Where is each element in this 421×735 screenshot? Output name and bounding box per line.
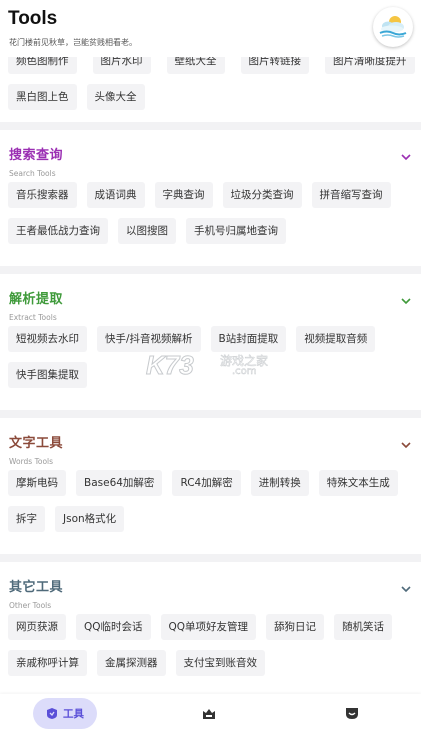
tool-chip[interactable]: 以图搜图 (118, 218, 176, 244)
nav-tab-tools-label: 工具 (63, 708, 84, 720)
tool-chip-list: 音乐搜索器 成语词典 字典查询 垃圾分类查询 拼音缩写查询 王者最低战力查询 以… (0, 182, 421, 254)
tool-chip[interactable]: 拼音缩写查询 (311, 182, 391, 208)
tool-chip[interactable]: Json格式化 (55, 506, 125, 532)
chevron-down-icon[interactable] (401, 584, 411, 594)
tool-chip[interactable]: 舔狗日记 (266, 614, 325, 640)
section-subtitle: Search Tools (9, 169, 56, 178)
app-header: Tools 花门楼前见秋草，岂能贫贱相看老。 (0, 0, 421, 57)
section-title: 解析提取 (9, 292, 64, 307)
section-header[interactable]: 解析提取 Extract Tools (0, 274, 421, 326)
tool-chip[interactable]: QQ单项好友管理 (160, 614, 257, 640)
badge-icon (346, 708, 358, 719)
tools-icon (47, 708, 57, 719)
tool-chip[interactable]: Base64加解密 (76, 470, 163, 496)
bottom-nav: 工具 (0, 694, 421, 735)
section-subtitle: Extract Tools (9, 313, 57, 322)
section-subtitle: Other Tools (9, 601, 52, 610)
nav-tab-profile[interactable] (339, 698, 365, 729)
section-header[interactable]: 搜索查询 Search Tools (0, 130, 421, 182)
page-subtitle: 花门楼前见秋草，岂能贫贱相看老。 (9, 38, 137, 47)
tool-chip[interactable]: 快手/抖音视频解析 (97, 326, 201, 352)
tool-chip[interactable]: 成语词典 (86, 182, 145, 208)
app-logo[interactable] (373, 7, 413, 47)
section-search-tools: 搜索查询 Search Tools 音乐搜索器 成语词典 字典查询 垃圾分类查询… (0, 130, 421, 266)
tool-chip[interactable]: 拆字 (8, 506, 45, 532)
tool-chip[interactable]: QQ临时会话 (76, 614, 151, 640)
tool-chip[interactable]: 特殊文本生成 (318, 470, 398, 496)
tool-chip[interactable]: 快手图集提取 (8, 362, 87, 388)
tool-chip[interactable]: 网页获源 (8, 614, 66, 640)
tool-chip[interactable]: 随机笑话 (334, 614, 393, 640)
tool-chip[interactable]: 进制转换 (250, 470, 309, 496)
nav-tab-games[interactable] (196, 698, 222, 729)
tool-chip[interactable]: B站封面提取 (210, 326, 287, 352)
page-title: Tools (8, 8, 58, 29)
crown-box-icon (203, 709, 215, 719)
tool-chip[interactable]: 金属探测器 (97, 650, 166, 676)
chevron-down-icon[interactable] (401, 152, 411, 162)
tool-chip-list: 网页获源 QQ临时会话 QQ单项好友管理 舔狗日记 随机笑话 亲戚称呼计算 金属… (0, 614, 421, 686)
nav-tab-tools[interactable]: 工具 (33, 698, 97, 729)
tool-chip[interactable]: 字典查询 (154, 182, 213, 208)
chip-row: 黑白图上色 头像大全 (0, 84, 421, 120)
tool-chip[interactable]: 音乐搜索器 (8, 182, 77, 208)
tool-chip[interactable]: 摩斯电码 (8, 470, 66, 496)
section-header[interactable]: 其它工具 Other Tools (0, 562, 421, 614)
tool-chip[interactable]: 视频提取音频 (296, 326, 376, 352)
tool-chip-list: 摩斯电码 Base64加解密 RC4加解密 进制转换 特殊文本生成 拆字 Jso… (0, 470, 421, 542)
tool-chip[interactable]: 头像大全 (86, 84, 145, 110)
chevron-down-icon[interactable] (401, 440, 411, 450)
tool-chip-list: 短视频去水印 快手/抖音视频解析 B站封面提取 视频提取音频 快手图集提取 (0, 326, 421, 398)
section-extract-tools: 解析提取 Extract Tools 短视频去水印 快手/抖音视频解析 B站封面… (0, 274, 421, 410)
tool-chip[interactable]: RC4加解密 (172, 470, 241, 496)
tool-chip[interactable]: 手机号归属地查询 (186, 218, 286, 244)
tool-chip[interactable]: 短视频去水印 (8, 326, 87, 352)
cloud-logo-icon (374, 8, 412, 46)
section-title: 搜索查询 (9, 148, 64, 163)
chevron-down-icon[interactable] (401, 296, 411, 306)
tool-chip[interactable]: 亲戚称呼计算 (8, 650, 87, 676)
tools-scroll-area[interactable]: 频色图制作 图片水印 壁纸大全 图片转链接 图片清晰度提升 黑白图上色 头像大全… (0, 0, 421, 735)
tool-chip[interactable]: 支付宝到账音效 (175, 650, 265, 676)
section-title: 文字工具 (9, 436, 64, 451)
section-words-tools: 文字工具 Words Tools 摩斯电码 Base64加解密 RC4加解密 进… (0, 418, 421, 554)
tool-chip[interactable]: 黑白图上色 (8, 84, 77, 110)
tool-chip[interactable]: 垃圾分类查询 (222, 182, 302, 208)
tool-chip[interactable]: 王者最低战力查询 (8, 218, 108, 244)
section-header[interactable]: 文字工具 Words Tools (0, 418, 421, 470)
section-subtitle: Words Tools (9, 457, 54, 466)
section-title: 其它工具 (9, 580, 64, 595)
section-other-tools: 其它工具 Other Tools 网页获源 QQ临时会话 QQ单项好友管理 舔狗… (0, 562, 421, 712)
